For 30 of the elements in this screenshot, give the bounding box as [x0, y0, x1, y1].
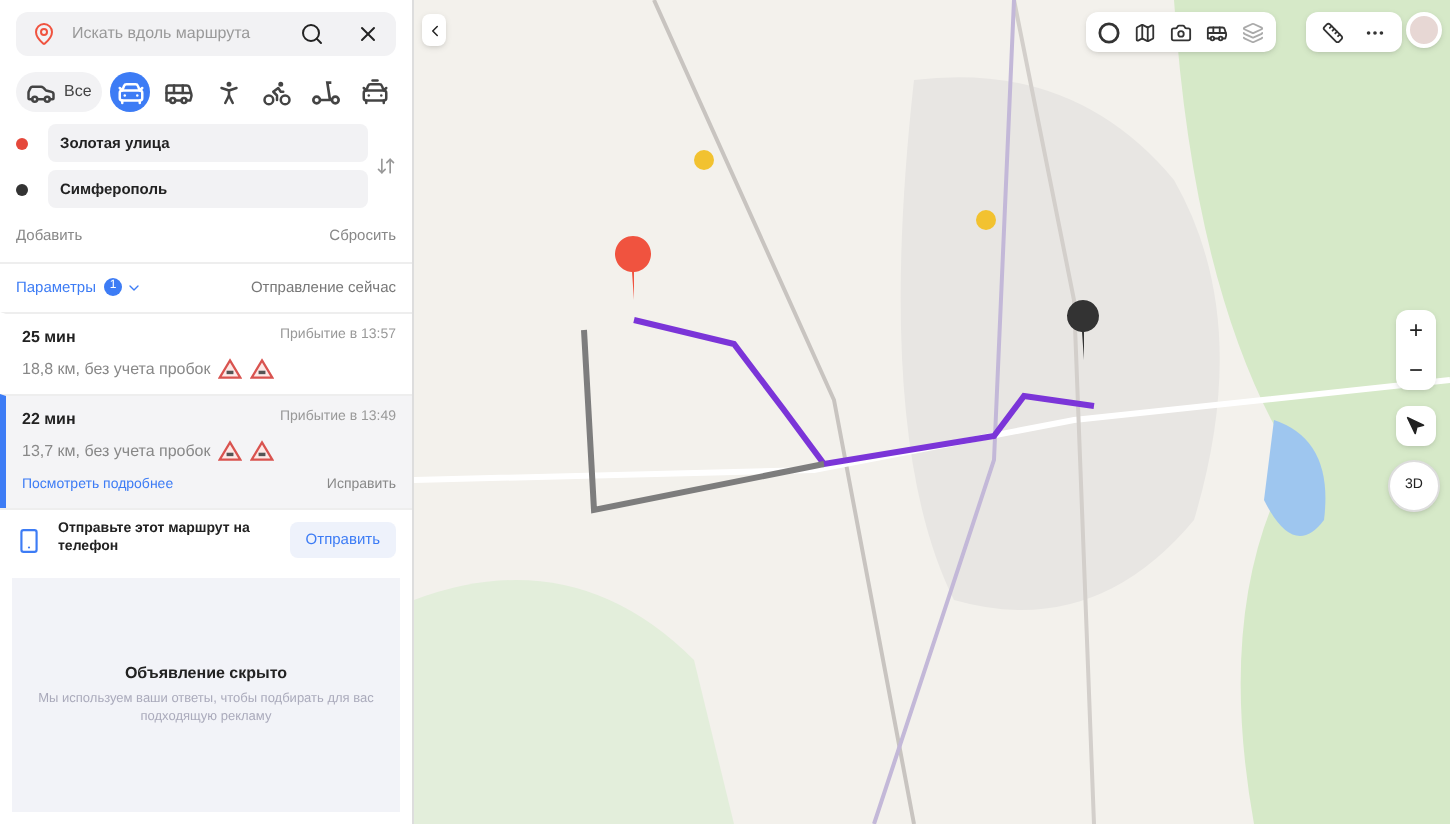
transport-mode-tab[interactable]: Все	[16, 72, 102, 112]
route-distance: 18,8 км, без учета пробок	[22, 357, 211, 381]
location-pin-icon	[32, 22, 56, 46]
phone-icon	[16, 527, 42, 553]
route-duration: 22 мин	[22, 407, 76, 431]
scooter-icon	[310, 76, 343, 108]
camera-icon[interactable]	[1170, 21, 1192, 43]
route-duration: 25 мин	[22, 325, 76, 349]
bicycle-icon	[262, 77, 293, 107]
ad-title: Объявление скрыто	[124, 662, 288, 687]
taxi-icon	[360, 77, 391, 107]
close-icon[interactable]	[356, 22, 380, 46]
zoom-in-button[interactable]: +	[1396, 310, 1436, 350]
warning-icon	[250, 358, 275, 380]
route-distance: 13,7 км, без учета пробок	[22, 439, 211, 463]
bus-icon[interactable]	[1206, 21, 1228, 43]
car-icon	[115, 77, 146, 107]
arrow-pointer-icon	[1406, 416, 1426, 436]
warning-icon	[218, 358, 243, 380]
search-icon[interactable]	[300, 22, 324, 46]
collapse-panel-button[interactable]	[422, 14, 446, 46]
search-field[interactable]: Искать вдоль маршрута	[72, 22, 284, 46]
warning-icon	[218, 440, 243, 462]
zoom-out-button[interactable]: −	[1396, 350, 1436, 390]
warning-icon	[250, 440, 275, 462]
swap-icon[interactable]	[376, 156, 396, 176]
ruler-icon[interactable]	[1322, 21, 1344, 43]
map-icon[interactable]	[1134, 21, 1156, 43]
locate-button[interactable]	[1396, 406, 1436, 446]
search-bar[interactable]: Искать вдоль маршрута	[16, 12, 396, 56]
